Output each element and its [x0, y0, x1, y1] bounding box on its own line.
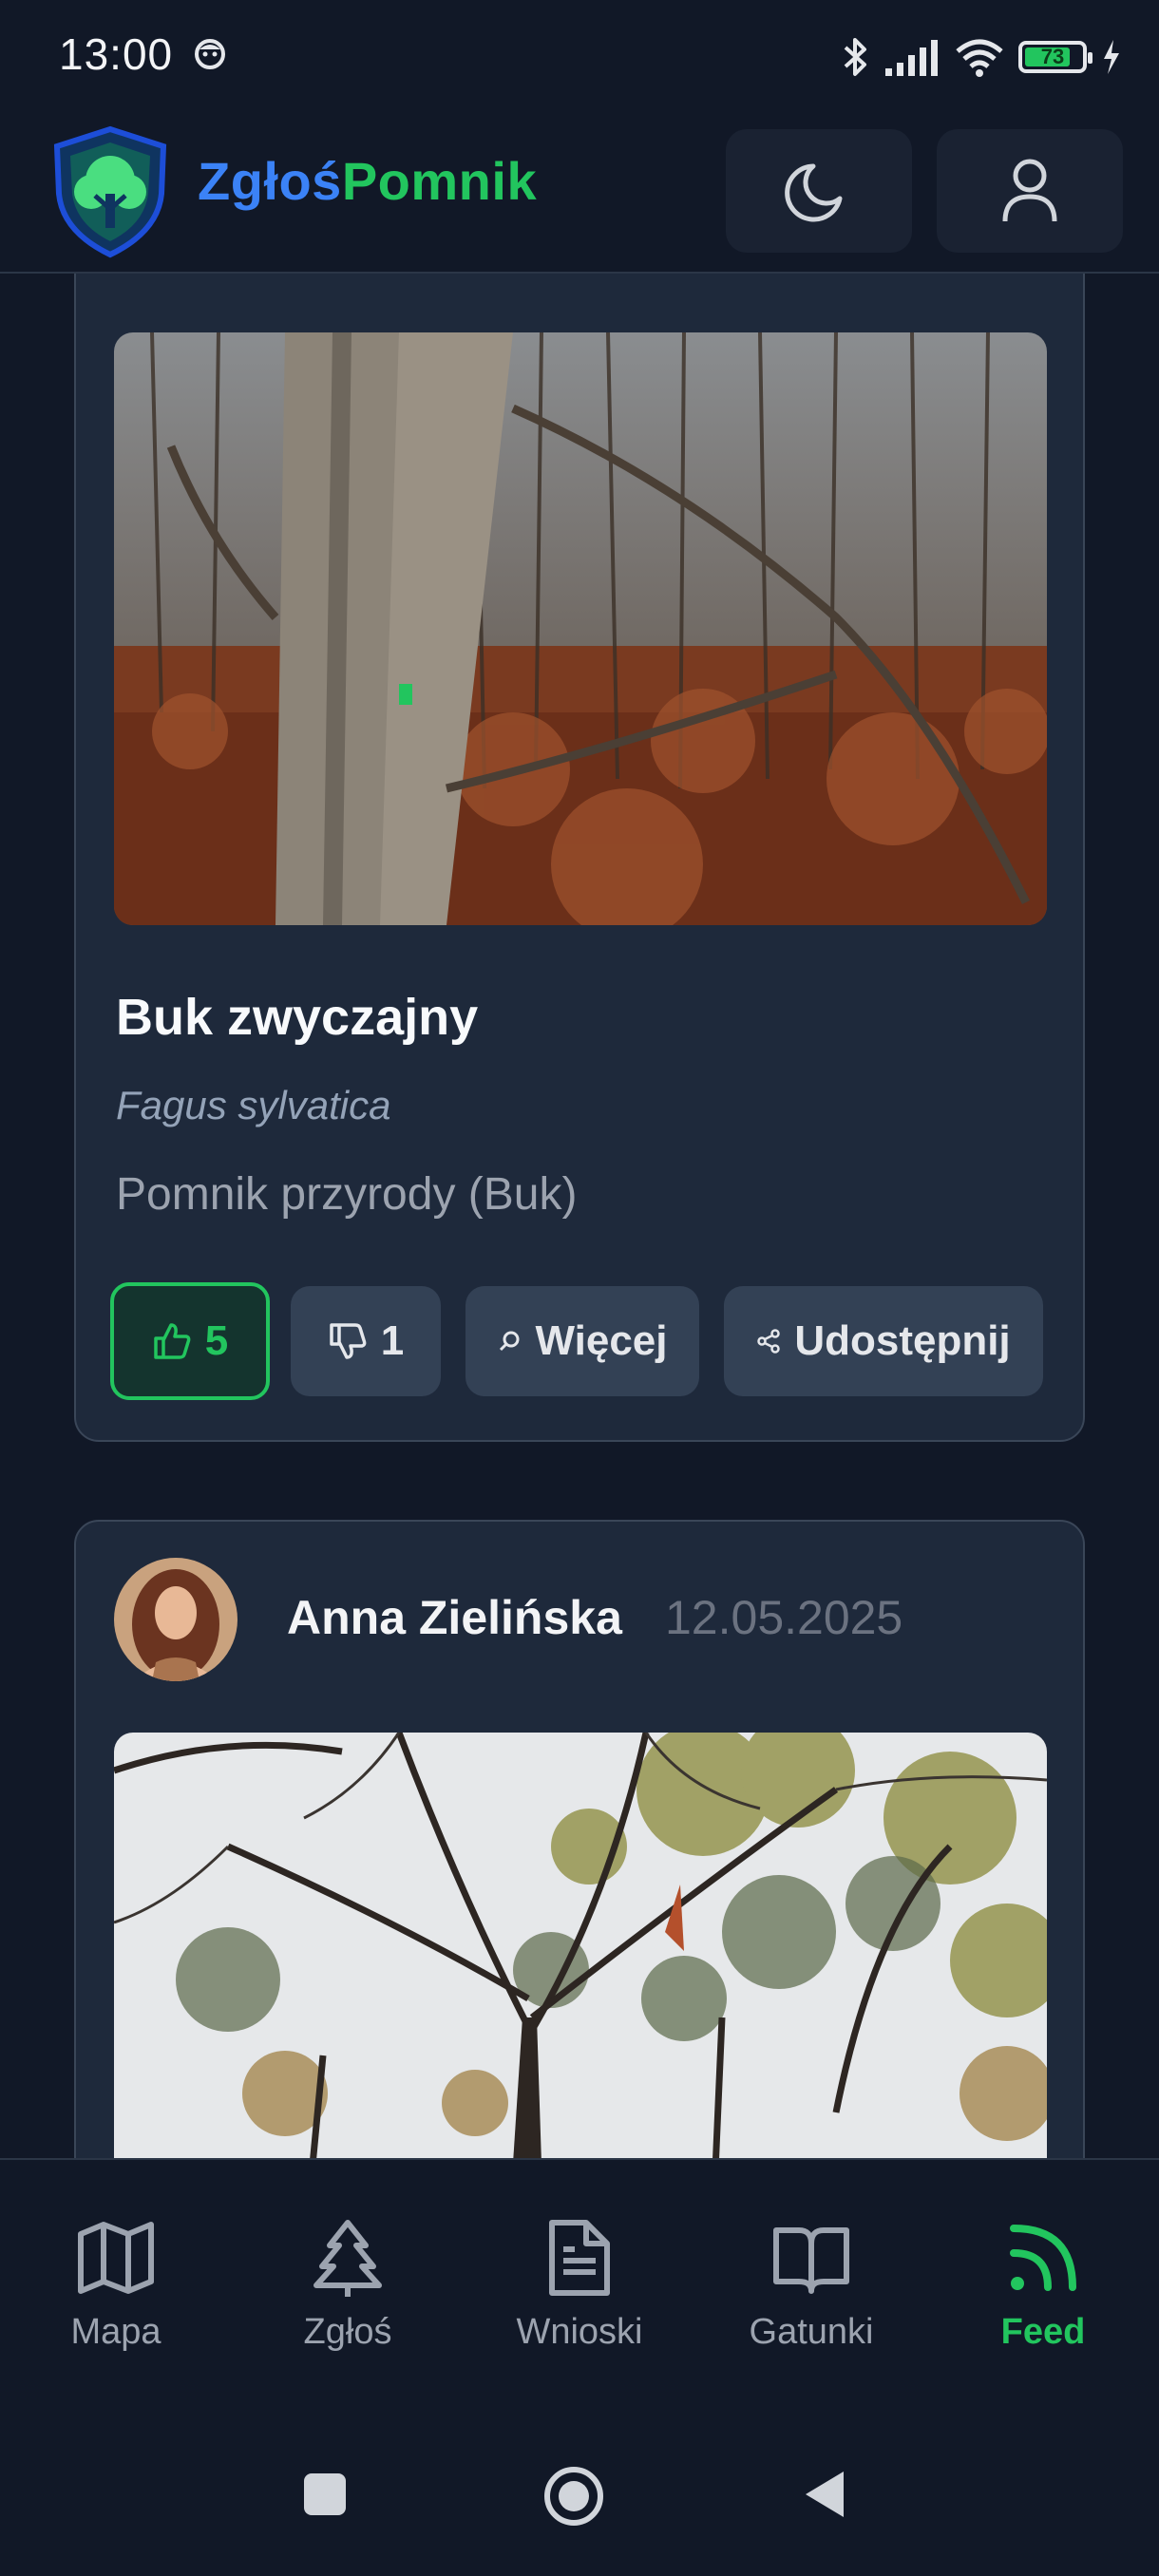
face-icon — [195, 39, 225, 69]
nav-item-mapa[interactable]: Mapa — [21, 2217, 211, 2353]
recents-button[interactable] — [302, 2472, 348, 2517]
share-icon — [757, 1329, 781, 1354]
battery-level: 73 — [1040, 45, 1065, 68]
status-bar: 13:00 73 — [0, 0, 1159, 112]
nav-label-zglos: Zgłoś — [303, 2312, 392, 2352]
status-icons: 73 — [842, 30, 1121, 84]
shield-tree-logo-icon[interactable] — [51, 125, 169, 258]
moon-icon — [785, 163, 843, 222]
like-button[interactable]: 5 — [110, 1282, 270, 1400]
charging-icon — [1104, 40, 1119, 74]
nav-item-zglos[interactable]: Zgłoś — [253, 2217, 443, 2353]
share-button[interactable]: Udostępnij — [724, 1286, 1043, 1396]
back-button[interactable] — [802, 2468, 847, 2521]
nav-item-feed[interactable]: Feed — [948, 2217, 1138, 2353]
share-label: Udostępnij — [794, 1317, 1011, 1364]
post-latin-name: Fagus sylvatica — [116, 1083, 391, 1127]
dislike-count: 1 — [380, 1317, 405, 1364]
home-button[interactable] — [543, 2466, 604, 2527]
avatar-photo — [114, 1558, 238, 1681]
dislike-button[interactable]: 1 — [291, 1286, 441, 1396]
tree-icon — [314, 2220, 382, 2297]
profile-button[interactable] — [937, 129, 1123, 253]
system-navigation — [0, 2405, 1159, 2576]
post-description: Pomnik przyrody (Buk) — [116, 1169, 578, 1220]
post-photo[interactable] — [114, 1733, 1047, 2158]
more-button[interactable]: Więcej — [466, 1286, 699, 1396]
user-icon — [1002, 159, 1057, 222]
thumbs-up-icon — [154, 1323, 191, 1359]
thumbs-down-icon — [330, 1323, 367, 1359]
avatar[interactable] — [114, 1558, 238, 1681]
post-photo[interactable] — [114, 332, 1047, 925]
bluetooth-icon — [844, 38, 866, 76]
nav-label-mapa: Mapa — [70, 2312, 162, 2352]
rss-icon — [1010, 2225, 1076, 2291]
beech-tree-photo — [114, 332, 1047, 925]
post-date: 12.05.2025 — [665, 1591, 903, 1644]
document-icon — [549, 2220, 610, 2296]
nav-label-feed: Feed — [1000, 2312, 1086, 2352]
status-time: 13:00 — [59, 29, 174, 79]
post-title: Buk zwyczajny — [116, 989, 479, 1046]
brand-part-2: Pomnik — [341, 151, 538, 211]
battery-nub — [1088, 52, 1092, 64]
nav-item-gatunki[interactable]: Gatunki — [716, 2217, 906, 2353]
wifi-icon — [956, 39, 1003, 77]
post-author[interactable]: Anna Zielińska — [287, 1590, 622, 1645]
more-label: Więcej — [535, 1317, 668, 1364]
battery-icon: 73 — [1018, 41, 1092, 73]
forest-canopy-photo — [114, 1733, 1047, 2158]
bottom-navigation: Mapa Zgłoś Wnioski Gatunki Feed — [0, 2158, 1159, 2405]
nav-label-gatunki: Gatunki — [749, 2312, 874, 2352]
nav-item-wnioski[interactable]: Wnioski — [484, 2217, 674, 2353]
book-icon — [773, 2227, 849, 2294]
post-card[interactable]: Buk zwyczajny Fagus sylvatica Pomnik prz… — [74, 274, 1085, 1442]
signal-icon — [885, 40, 938, 76]
post-card[interactable]: Anna Zielińska 12.05.2025 — [74, 1520, 1085, 2158]
feed-list[interactable]: Buk zwyczajny Fagus sylvatica Pomnik prz… — [0, 274, 1159, 2158]
app-header: ZgłośPomnik — [0, 112, 1159, 274]
theme-toggle-button[interactable] — [726, 129, 912, 253]
nav-label-wnioski: Wnioski — [516, 2312, 643, 2352]
like-count: 5 — [204, 1317, 229, 1364]
brand-part-1: Zgłoś — [198, 151, 342, 211]
search-icon — [500, 1331, 520, 1352]
app-brand[interactable]: ZgłośPomnik — [198, 150, 537, 212]
map-icon — [78, 2222, 154, 2294]
